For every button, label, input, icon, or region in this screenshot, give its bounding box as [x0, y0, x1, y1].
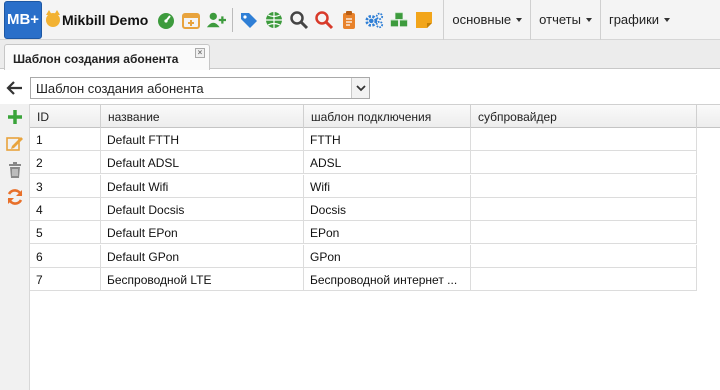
quick-icons	[156, 7, 439, 32]
menu-charts[interactable]: графики	[599, 0, 678, 40]
table-row[interactable]: 2 Default ADSL ADSL	[30, 151, 697, 175]
add-user-icon[interactable]	[206, 10, 227, 30]
search-red-icon[interactable]	[314, 10, 334, 30]
cell-connection-template[interactable]: EPon	[304, 221, 471, 245]
column-header-id[interactable]: ID	[30, 105, 101, 128]
table-row[interactable]: 7 Беспроводной LTE Беспроводной интернет .…	[30, 267, 697, 291]
cubes-icon[interactable]	[389, 10, 409, 30]
delete-icon[interactable]	[6, 161, 24, 179]
action-sidebar	[0, 104, 30, 390]
cell-name[interactable]: Default ADSL	[101, 151, 304, 175]
top-navbar: MB+ Mikbill Demo основные отчеты графики	[0, 0, 720, 40]
dashboard-icon[interactable]	[156, 10, 176, 30]
menu-main[interactable]: основные	[443, 0, 530, 40]
cell-subprovider[interactable]	[471, 128, 697, 151]
cell-id[interactable]: 1	[30, 128, 101, 151]
templates-grid: ID название шаблон подключения субпровай…	[30, 104, 720, 390]
cell-id[interactable]: 7	[30, 267, 101, 291]
cell-subprovider[interactable]	[471, 221, 697, 245]
column-header-subprovider[interactable]: субпровайдер	[471, 105, 697, 128]
brand-logo[interactable]: MB+	[4, 0, 42, 39]
menu-reports[interactable]: отчеты	[530, 0, 600, 40]
column-header-filler	[697, 105, 720, 128]
cell-subprovider[interactable]	[471, 151, 697, 175]
cell-id[interactable]: 2	[30, 151, 101, 175]
caret-down-icon	[664, 17, 671, 22]
tab-subscriber-template[interactable]: Шаблон создания абонента ×	[4, 44, 210, 70]
cell-name[interactable]: Default EPon	[101, 221, 304, 245]
column-header-name[interactable]: название	[101, 105, 304, 128]
search-icon[interactable]	[289, 10, 309, 30]
cell-connection-template[interactable]: GPon	[304, 244, 471, 268]
cat-icon	[46, 9, 60, 27]
cell-name[interactable]: Default GPon	[101, 244, 304, 268]
cell-id[interactable]: 3	[30, 174, 101, 198]
table-row[interactable]: 1 Default FTTH FTTH	[30, 128, 697, 151]
cell-subprovider[interactable]	[471, 244, 697, 268]
refresh-icon[interactable]	[6, 188, 24, 206]
cell-id[interactable]: 6	[30, 244, 101, 268]
caret-down-icon	[516, 17, 523, 22]
clipboard-icon[interactable]	[339, 10, 359, 30]
cell-id[interactable]: 4	[30, 197, 101, 221]
cell-connection-template[interactable]: ADSL	[304, 151, 471, 175]
cell-connection-template[interactable]: Docsis	[304, 197, 471, 221]
cell-connection-template[interactable]: Wifi	[304, 174, 471, 198]
toolbar-divider	[232, 7, 234, 32]
grid-header: ID название шаблон подключения субпровай…	[30, 104, 720, 128]
cell-connection-template[interactable]: Беспроводной интернет ...	[304, 267, 471, 291]
table-row[interactable]: 5 Default EPon EPon	[30, 221, 697, 245]
calendar-add-icon[interactable]	[181, 10, 201, 30]
close-icon[interactable]: ×	[195, 48, 205, 58]
table-row[interactable]: 4 Default Docsis Docsis	[30, 197, 697, 221]
template-select[interactable]: Шаблон создания абонента	[30, 77, 370, 99]
column-header-connection-template[interactable]: шаблон подключения	[304, 105, 471, 128]
table-row[interactable]: 3 Default Wifi Wifi	[30, 174, 697, 198]
cell-name[interactable]: Default Wifi	[101, 174, 304, 198]
main-menu: основные отчеты графики	[443, 0, 678, 40]
edit-icon[interactable]	[6, 134, 24, 152]
cell-subprovider[interactable]	[471, 197, 697, 221]
tab-strip: Шаблон создания абонента ×	[0, 40, 720, 70]
caret-down-icon	[585, 17, 592, 22]
cell-id[interactable]: 5	[30, 221, 101, 245]
cell-subprovider[interactable]	[471, 267, 697, 291]
brand-name[interactable]: Mikbill Demo	[62, 12, 148, 28]
globe-icon[interactable]	[264, 10, 284, 30]
table-row[interactable]: 6 Default GPon GPon	[30, 244, 697, 268]
toolbar: Шаблон создания абонента	[0, 75, 720, 103]
chevron-down-icon[interactable]	[351, 78, 369, 98]
add-icon[interactable]	[6, 108, 24, 126]
menu-reports-label: отчеты	[539, 12, 581, 27]
cell-name[interactable]: Default FTTH	[101, 128, 304, 151]
cogs-icon[interactable]	[364, 10, 384, 30]
back-arrow-icon[interactable]	[6, 79, 24, 97]
tags-icon[interactable]	[239, 10, 259, 30]
cell-name[interactable]: Беспроводной LTE	[101, 267, 304, 291]
cell-subprovider[interactable]	[471, 174, 697, 198]
cell-name[interactable]: Default Docsis	[101, 197, 304, 221]
tab-label: Шаблон создания абонента	[13, 52, 179, 66]
menu-main-label: основные	[452, 12, 512, 27]
sticky-note-icon[interactable]	[414, 10, 434, 30]
template-select-value: Шаблон создания абонента	[36, 81, 204, 96]
menu-charts-label: графики	[608, 12, 660, 27]
cell-connection-template[interactable]: FTTH	[304, 128, 471, 151]
